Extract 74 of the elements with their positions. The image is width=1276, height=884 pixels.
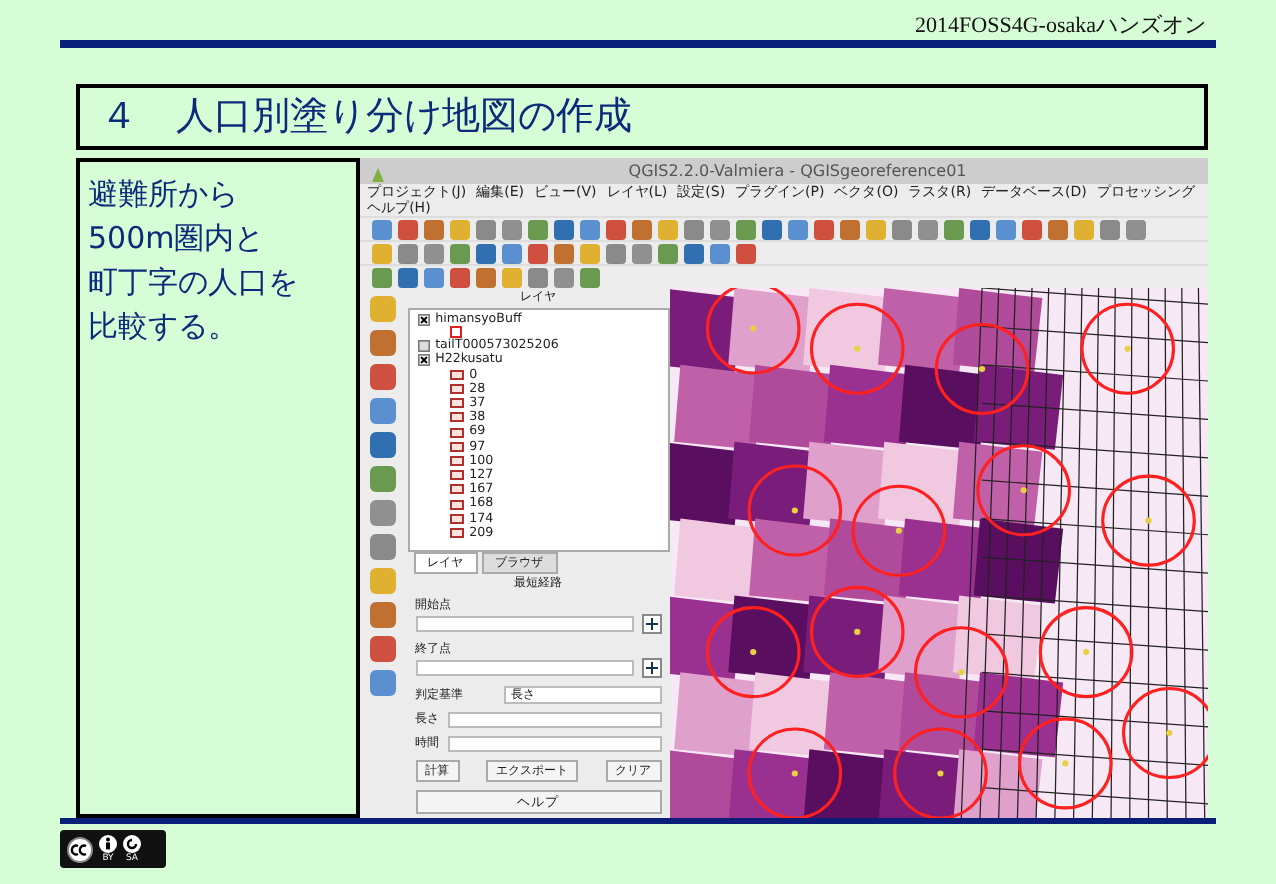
toolbar-icon[interactable] bbox=[735, 244, 756, 264]
toolbar-icon[interactable] bbox=[761, 220, 782, 240]
layer-tool-icon[interactable] bbox=[370, 466, 397, 492]
share-alike-icon bbox=[122, 834, 142, 854]
cc-icon bbox=[66, 835, 94, 863]
toolbar-icon[interactable] bbox=[605, 220, 626, 240]
toolbar-icon[interactable] bbox=[449, 268, 470, 288]
toolbar-icon[interactable] bbox=[735, 220, 756, 240]
toolbar-icon[interactable] bbox=[397, 268, 418, 288]
toolbar-icon[interactable] bbox=[631, 220, 652, 240]
app-logo-icon bbox=[367, 166, 388, 186]
input-field[interactable] bbox=[415, 660, 634, 676]
toolbar-icon[interactable] bbox=[683, 220, 704, 240]
toolbar-icon[interactable] bbox=[501, 244, 522, 264]
toolbar-icon[interactable] bbox=[423, 220, 444, 240]
toolbar-icon[interactable] bbox=[475, 220, 496, 240]
add-point-button[interactable] bbox=[641, 614, 662, 634]
toolbar-icon[interactable] bbox=[1021, 220, 1042, 240]
toolbar-icon[interactable] bbox=[709, 244, 730, 264]
toolbar-icon[interactable] bbox=[709, 220, 730, 240]
toolbar-icon[interactable] bbox=[579, 268, 600, 288]
toolbar-icon[interactable] bbox=[553, 268, 574, 288]
toolbar-icon[interactable] bbox=[501, 220, 522, 240]
toolbar-icon[interactable] bbox=[995, 220, 1016, 240]
input-field[interactable] bbox=[447, 736, 662, 752]
window-title: QGIS2.2.0-Valmiera - QGISgeoreference01 bbox=[626, 160, 969, 184]
toolbar-icon[interactable] bbox=[891, 220, 912, 240]
toolbar-icon[interactable] bbox=[839, 220, 860, 240]
add-point-button[interactable] bbox=[641, 658, 662, 678]
layer-checkbox[interactable] bbox=[417, 313, 430, 326]
toolbar-icon[interactable] bbox=[657, 244, 678, 264]
layer-tool-icon[interactable] bbox=[370, 398, 397, 424]
header-text: 2014FOSS4G-osakaハンズオン bbox=[915, 14, 1206, 38]
toolbar-icon[interactable] bbox=[917, 220, 938, 240]
input-field[interactable] bbox=[415, 616, 634, 632]
layer-tool-icon[interactable] bbox=[370, 636, 397, 662]
slide-title: ４ 人口別塗り分け地図の作成 bbox=[76, 84, 1208, 150]
layer-tool-icon[interactable] bbox=[370, 534, 397, 560]
layer-tool-icon[interactable] bbox=[370, 602, 397, 628]
toolbar-icon[interactable] bbox=[631, 244, 652, 264]
layer-checkbox[interactable] bbox=[417, 339, 430, 352]
toolbar-icon[interactable] bbox=[969, 220, 990, 240]
legend-symbol bbox=[449, 326, 462, 339]
toolbar-icon[interactable] bbox=[553, 220, 574, 240]
toolbar-icon[interactable] bbox=[423, 268, 444, 288]
input-field[interactable] bbox=[447, 712, 662, 728]
toolbar-icon[interactable] bbox=[553, 244, 574, 264]
toolbar-icon[interactable] bbox=[423, 244, 444, 264]
description-box: 避難所から 500m圏内と 町丁字の人口を 比較する。 bbox=[76, 158, 360, 818]
toolbar-icon[interactable] bbox=[397, 244, 418, 264]
layer-tool-icon[interactable] bbox=[370, 364, 397, 390]
toolbar-icon[interactable] bbox=[813, 220, 834, 240]
layer-tool-icon[interactable] bbox=[370, 432, 397, 458]
toolbar-icon[interactable] bbox=[475, 244, 496, 264]
toolbar-icon[interactable] bbox=[605, 244, 626, 264]
toolbar-icon[interactable] bbox=[943, 220, 964, 240]
layer-tool-icon[interactable] bbox=[370, 330, 397, 356]
layer-tool-icon[interactable] bbox=[370, 670, 397, 696]
toolbar-icon[interactable] bbox=[1125, 220, 1146, 240]
toolbar-icon[interactable] bbox=[527, 220, 548, 240]
toolbar-icon[interactable] bbox=[397, 220, 418, 240]
toolbar-icon[interactable] bbox=[1047, 220, 1068, 240]
layer-tool-icon[interactable] bbox=[370, 500, 397, 526]
toolbar-icon[interactable] bbox=[371, 268, 392, 288]
toolbar-icon[interactable] bbox=[527, 268, 548, 288]
toolbar-icon[interactable] bbox=[579, 220, 600, 240]
toolbar-icon[interactable] bbox=[787, 220, 808, 240]
layer-checkbox[interactable] bbox=[417, 354, 430, 366]
toolbar-icon[interactable] bbox=[475, 268, 496, 288]
toolbar-icon[interactable] bbox=[449, 244, 470, 264]
toolbar-icon[interactable] bbox=[527, 244, 548, 264]
toolbar-icon[interactable] bbox=[371, 220, 392, 240]
toolbar-icon[interactable] bbox=[1099, 220, 1120, 240]
toolbar-icon[interactable] bbox=[683, 244, 704, 264]
